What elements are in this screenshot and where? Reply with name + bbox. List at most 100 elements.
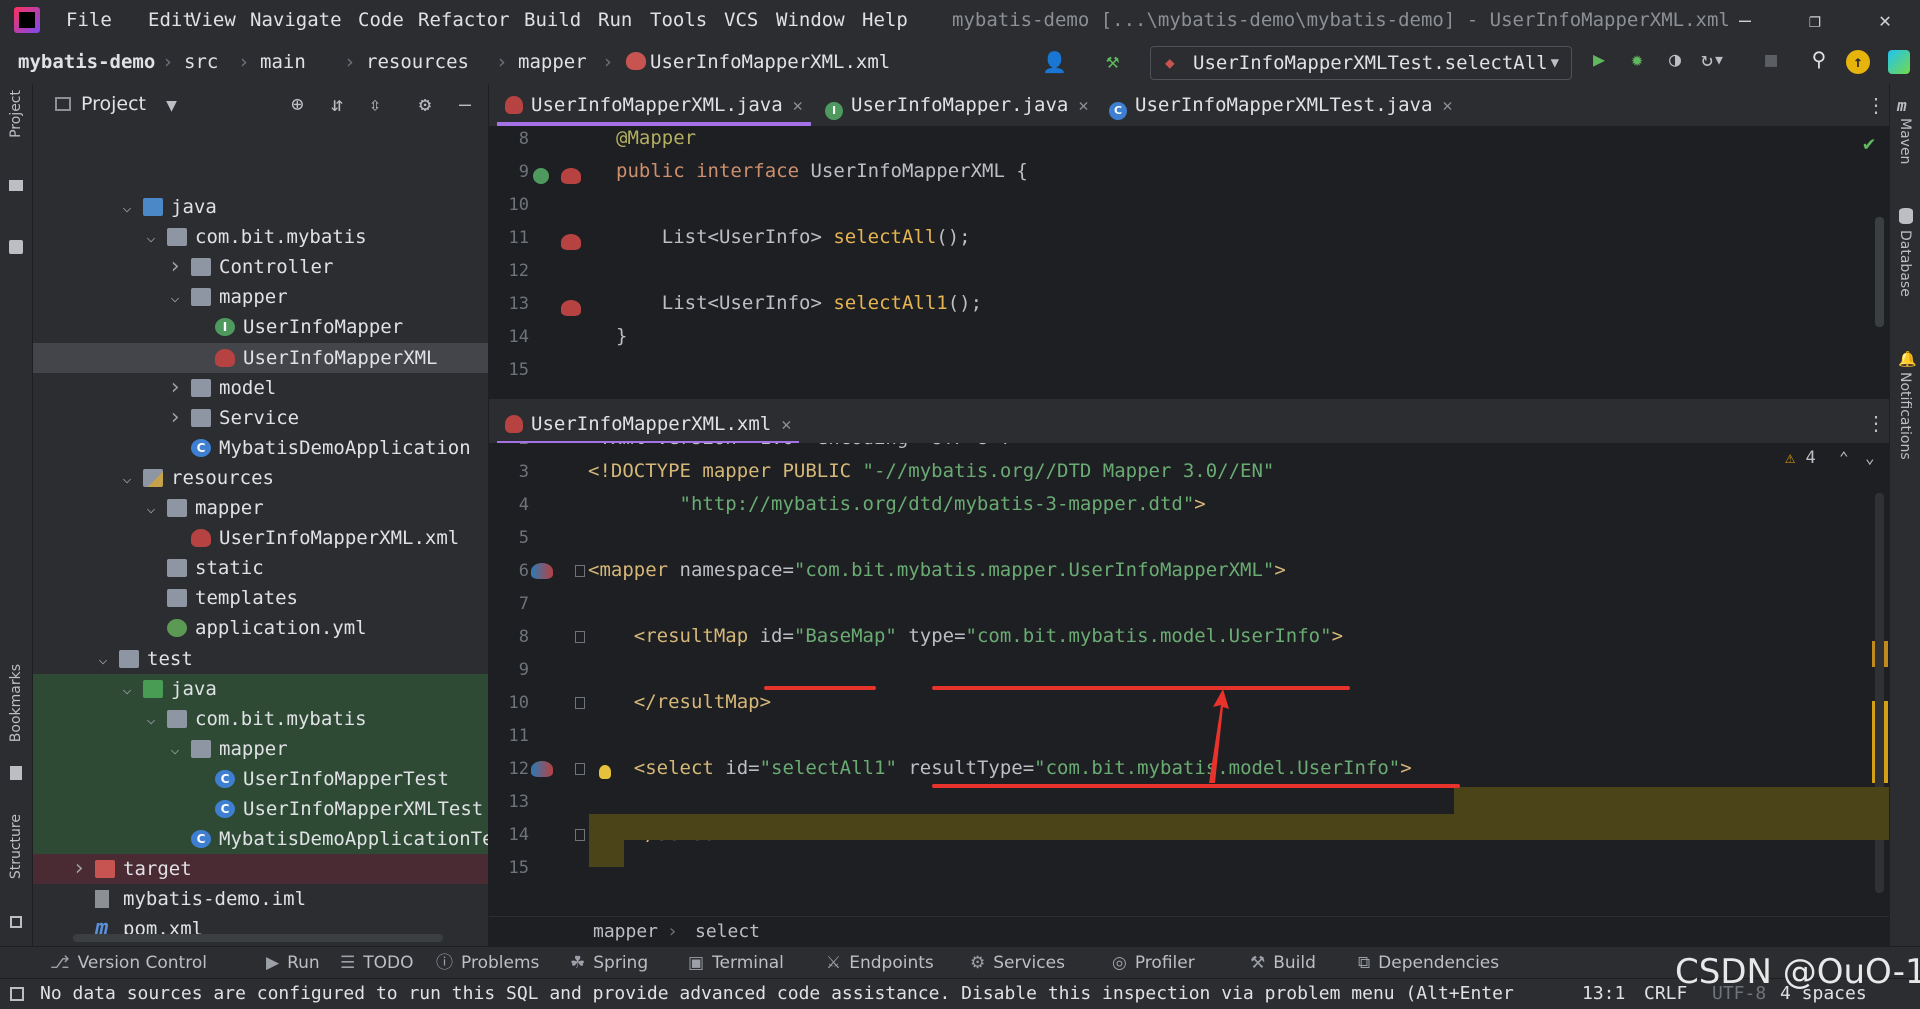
menu-item-vcs[interactable]: VCS — [724, 0, 758, 40]
mybatis-gutter-icon[interactable] — [561, 234, 581, 250]
tree-node[interactable]: UserInfoMapperXML.xml — [33, 523, 488, 553]
chevron-down-icon[interactable]: ⌵ — [117, 463, 137, 493]
tree-node[interactable]: static — [33, 553, 488, 583]
tree-node[interactable]: templates — [33, 583, 488, 613]
tree-node[interactable]: › target — [33, 854, 488, 884]
menu-item-build[interactable]: Build — [524, 0, 581, 40]
menu-item-help[interactable]: Help — [862, 0, 908, 40]
tree-node[interactable]: mybatis-demo.iml — [33, 884, 488, 914]
tree-node[interactable]: C UserInfoMapperXMLTest — [33, 794, 488, 824]
tree-node[interactable]: C MybatisDemoApplicationTe — [33, 824, 488, 854]
java-editor[interactable]: 8 @Mapper 9 public interface UserInfoMapper… — [489, 127, 1889, 399]
coverage-icon[interactable]: ◑ — [1660, 44, 1690, 74]
tree-node[interactable]: C UserInfoMapperTest — [33, 764, 488, 794]
tree-node[interactable]: ⌵ mapper — [33, 493, 488, 523]
chevron-down-icon[interactable]: ⌵ — [93, 644, 113, 674]
chevron-down-icon[interactable]: ⌵ — [165, 282, 185, 312]
tool-window-dependencies[interactable]: ⧉ Dependencies — [1358, 947, 1499, 979]
breadcrumb-item[interactable]: UserInfoMapperXML.xml — [650, 40, 890, 84]
maven-tool-button[interactable]: Maven — [1895, 118, 1917, 198]
breadcrumb-item[interactable]: mybatis-demo — [18, 40, 155, 84]
plugin-logo-icon[interactable] — [1888, 50, 1910, 74]
next-highlight-icon[interactable]: ⌄ — [1865, 443, 1875, 473]
tool-window-endpoints[interactable]: ⚔ Endpoints — [826, 947, 934, 979]
chevron-right-icon[interactable]: › — [165, 252, 185, 282]
menu-item-run[interactable]: Run — [598, 0, 632, 40]
stop-icon[interactable]: ■ — [1756, 44, 1786, 74]
tree-node[interactable]: ⌵ resources — [33, 463, 488, 493]
chevron-right-icon[interactable]: › — [165, 403, 185, 433]
tree-node[interactable]: C MybatisDemoApplication — [33, 433, 488, 463]
chevron-right-icon[interactable]: › — [69, 854, 89, 884]
fold-icon[interactable] — [575, 631, 585, 643]
tool-window-run[interactable]: ▶ Run — [266, 947, 320, 979]
tree-node[interactable]: ⌵ mapper — [33, 734, 488, 764]
close-button[interactable]: ✕ — [1850, 0, 1920, 40]
lightbulb-icon[interactable] — [599, 765, 611, 779]
status-toggle-icon[interactable] — [10, 987, 24, 1001]
tool-window-todo[interactable]: ☰ TODO — [340, 947, 414, 979]
hide-panel-icon[interactable]: — — [459, 84, 471, 124]
bookmarks-tool-button[interactable]: Bookmarks — [6, 664, 28, 774]
menu-item-code[interactable]: Code — [358, 0, 404, 40]
project-view-selector[interactable]: Project ▼ — [81, 84, 177, 126]
tree-node[interactable]: ⌵ mapper — [33, 282, 488, 312]
notifications-tool-button[interactable]: Notifications — [1895, 372, 1917, 522]
previous-highlight-icon[interactable]: ⌃ — [1839, 443, 1849, 473]
project-hscrollbar[interactable] — [73, 934, 443, 942]
tab-menu-icon[interactable]: ⋮ — [1866, 408, 1886, 438]
close-icon[interactable]: ✕ — [1442, 96, 1452, 116]
update-icon[interactable]: ↑ — [1846, 50, 1870, 74]
editor-tab[interactable]: UserInfoMapperXML.java ✕ — [497, 84, 811, 126]
close-icon[interactable]: ✕ — [781, 415, 791, 435]
menu-item-navigate[interactable]: Navigate — [250, 0, 342, 40]
caret-position[interactable]: 13:1 — [1582, 979, 1625, 1009]
mybatis-gutter-icon[interactable] — [561, 168, 581, 184]
structure-tool-button[interactable]: Structure — [6, 814, 28, 924]
tree-node[interactable]: ⌵ test — [33, 644, 488, 674]
menu-item-window[interactable]: Window — [776, 0, 845, 40]
fold-icon[interactable] — [575, 763, 585, 775]
build-hammer-icon[interactable]: ⚒ — [1106, 46, 1119, 78]
breadcrumb-item[interactable]: mapper — [518, 40, 587, 84]
mybatis-gutter-icon[interactable] — [531, 563, 553, 579]
collapse-all-icon[interactable]: ⇳ — [369, 84, 381, 124]
tool-window-services[interactable]: ⚙ Services — [970, 947, 1065, 979]
chevron-down-icon[interactable]: ⌵ — [141, 222, 161, 252]
xml-crumb-select[interactable]: select — [695, 917, 760, 947]
fold-icon[interactable] — [575, 829, 585, 841]
database-tool-button[interactable]: Database — [1895, 230, 1917, 340]
implementation-icon[interactable] — [533, 168, 549, 184]
mybatis-gutter-icon[interactable] — [561, 300, 581, 316]
chevron-down-icon[interactable]: ⌵ — [165, 734, 185, 764]
tree-node[interactable]: application.yml — [33, 613, 488, 643]
xml-crumb-mapper[interactable]: mapper — [593, 917, 658, 947]
run-configuration-select[interactable]: ◆ UserInfoMapperXMLTest.selectAll ▼ — [1150, 46, 1572, 80]
tool-window-version-control[interactable]: ⎇ Version Control — [50, 947, 207, 979]
tree-node[interactable]: ⌵ java — [33, 192, 488, 222]
menu-item-view[interactable]: View — [190, 0, 236, 40]
gear-icon[interactable]: ⚙ — [419, 84, 431, 124]
tree-node[interactable]: › Controller — [33, 252, 488, 282]
tab-menu-icon[interactable]: ⋮ — [1866, 90, 1886, 120]
tree-node[interactable]: ⌵ com.bit.mybatis — [33, 704, 488, 734]
breadcrumb-item[interactable]: main — [260, 40, 306, 84]
search-icon[interactable]: ⚲ — [1804, 44, 1834, 74]
editor-tab[interactable]: C UserInfoMapperXMLTest.java ✕ — [1109, 84, 1453, 126]
tool-window-problems[interactable]: ⓘ Problems — [436, 947, 539, 979]
tool-window-build[interactable]: ⚒ Build — [1250, 947, 1316, 979]
fold-icon[interactable] — [575, 697, 585, 709]
status-message[interactable]: No data sources are configured to run th… — [40, 979, 1514, 1009]
run-icon[interactable]: ▶ — [1584, 44, 1614, 74]
user-icon[interactable]: 👤▾ — [1042, 48, 1072, 102]
intellij-logo-icon[interactable] — [14, 7, 40, 33]
tree-node[interactable]: ⌵ java — [33, 674, 488, 704]
tool-window-spring[interactable]: ☘ Spring — [570, 947, 648, 979]
tree-node[interactable]: UserInfoMapperXML — [33, 343, 488, 373]
java-editor-scrollbar[interactable] — [1875, 217, 1884, 327]
xml-editor[interactable]: 2 <?xml version="1.0" encoding="UTF-8"?> 3… — [489, 443, 1889, 916]
locate-file-icon[interactable]: ⊕ — [291, 84, 304, 124]
fold-icon[interactable] — [575, 565, 585, 577]
menu-item-tools[interactable]: Tools — [650, 0, 707, 40]
close-icon[interactable]: ✕ — [1078, 96, 1088, 116]
